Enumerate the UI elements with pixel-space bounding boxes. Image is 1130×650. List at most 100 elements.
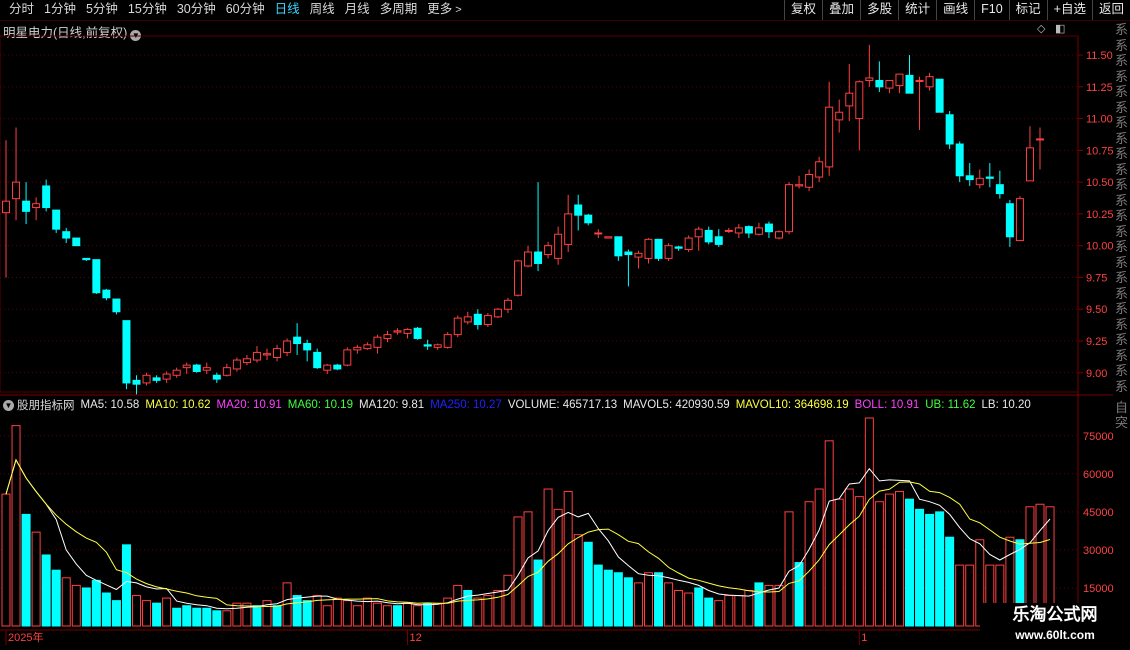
volume-bar xyxy=(453,584,463,627)
volume-bar xyxy=(674,589,684,627)
candle-body xyxy=(263,353,272,356)
price-tick-label: 11.25 xyxy=(1086,82,1113,94)
volume-bar xyxy=(393,605,403,627)
volume-bar xyxy=(894,491,904,627)
volume-tick-label: 15000 xyxy=(1083,583,1114,595)
volume-tick-label: 60000 xyxy=(1083,469,1114,481)
volume-bar xyxy=(925,513,935,627)
candle-body xyxy=(122,320,131,384)
volume-bar xyxy=(21,513,31,627)
candle-body xyxy=(945,114,954,145)
volume-bar xyxy=(433,602,443,627)
volume-bar xyxy=(784,511,794,627)
indicator-bar: ▼ 股朋指标网 MA5: 10.58 MA10: 10.62 MA20: 10.91… xyxy=(0,396,1080,414)
volume-bar xyxy=(754,582,764,627)
volume-bar xyxy=(623,577,633,627)
candle-body xyxy=(734,227,743,234)
volume-bar xyxy=(292,595,302,627)
indicator-value: MAVOL5: 420930.59 xyxy=(623,399,730,411)
candle-body xyxy=(774,231,783,239)
indicator-value: MA250: 10.27 xyxy=(430,399,502,411)
volume-bar xyxy=(101,592,111,627)
watermark-url: www.60lt.com xyxy=(1015,628,1095,642)
candle-body xyxy=(564,213,573,245)
price-tick-label: 9.75 xyxy=(1086,272,1107,284)
volume-bar xyxy=(874,501,884,627)
candle-body xyxy=(383,334,392,339)
candle-body xyxy=(303,343,312,351)
watermark: 乐淘公式网 www.60lt.com xyxy=(980,603,1130,650)
volume-bar xyxy=(794,562,804,627)
volume-bar xyxy=(955,564,965,627)
candle-body xyxy=(905,74,914,94)
volume-bar xyxy=(41,554,51,627)
right-side-panel[interactable]: 系系系系系系系系系系系系系系系系系系系系系系系系 xyxy=(1113,22,1130,392)
candle-body xyxy=(142,374,151,384)
volume-bar xyxy=(403,602,413,627)
candle-body xyxy=(574,204,583,216)
volume-bar xyxy=(694,587,704,627)
volume-bar xyxy=(382,605,392,627)
volume-bar xyxy=(202,607,212,627)
volume-bar xyxy=(111,600,121,627)
candle-body xyxy=(785,184,794,233)
stock-chart[interactable]: 11.50 11.25 11.00 10.75 10.50 10.25 10.00 9.75 9… xyxy=(0,0,1130,650)
candle-body xyxy=(132,379,141,385)
candle-body xyxy=(554,233,563,259)
candle-body xyxy=(935,78,944,113)
volume-bar xyxy=(51,569,61,627)
candle-body xyxy=(42,185,51,209)
price-tick-label: 11.50 xyxy=(1086,50,1113,62)
candle-body xyxy=(242,358,251,364)
candle-body xyxy=(102,289,111,299)
candle-body xyxy=(323,364,332,371)
volume-bar xyxy=(362,597,372,627)
volume-bar xyxy=(654,572,664,627)
candle-body xyxy=(283,340,292,353)
candle-body xyxy=(865,77,874,81)
candle-body xyxy=(112,298,121,313)
candle-body xyxy=(995,184,1004,195)
volume-bar xyxy=(704,597,714,627)
candle-body xyxy=(524,251,533,267)
volume-bar xyxy=(31,531,41,627)
candle-body xyxy=(72,237,81,247)
volume-bar xyxy=(573,534,583,627)
indicator-values: MA5: 10.58 MA10: 10.62 MA20: 10.91 MA60: 10… xyxy=(81,399,1037,411)
candle-body xyxy=(624,251,633,256)
right-side-panel-lower[interactable]: 自突 xyxy=(1113,400,1130,430)
volume-bar xyxy=(302,600,312,627)
candle-body xyxy=(393,330,402,333)
volume-bar xyxy=(804,501,814,627)
candle-body xyxy=(353,346,362,351)
candle-body xyxy=(1025,147,1034,182)
price-tick-label: 10.00 xyxy=(1086,241,1114,253)
volume-bar xyxy=(152,602,162,627)
volume-bar xyxy=(935,511,945,627)
candle-body xyxy=(252,351,261,361)
volume-bar xyxy=(613,572,623,627)
volume-bar xyxy=(643,572,653,627)
price-tick-label: 9.50 xyxy=(1086,304,1107,316)
candle-body xyxy=(212,374,221,380)
candle-body xyxy=(795,184,804,187)
indicator-value: MA5: 10.58 xyxy=(80,399,140,411)
volume-bar xyxy=(222,610,232,627)
candle-body xyxy=(594,232,603,235)
candle-body xyxy=(12,181,21,200)
volume-bar xyxy=(523,511,533,627)
candle-body xyxy=(513,260,522,296)
volume-bar xyxy=(864,417,874,627)
candle-body xyxy=(152,377,161,381)
chevron-down-icon[interactable]: ▼ xyxy=(3,399,14,411)
candle-body xyxy=(182,364,191,369)
volume-bar xyxy=(684,592,694,627)
candle-body xyxy=(885,79,894,89)
volume-bar xyxy=(473,597,483,627)
price-tick-label: 10.25 xyxy=(1086,209,1114,221)
candle-body xyxy=(293,336,302,345)
volume-bar xyxy=(61,577,71,627)
indicator-value: MA10: 10.62 xyxy=(145,399,211,411)
volume-bar xyxy=(81,587,91,627)
candle-body xyxy=(423,344,432,347)
